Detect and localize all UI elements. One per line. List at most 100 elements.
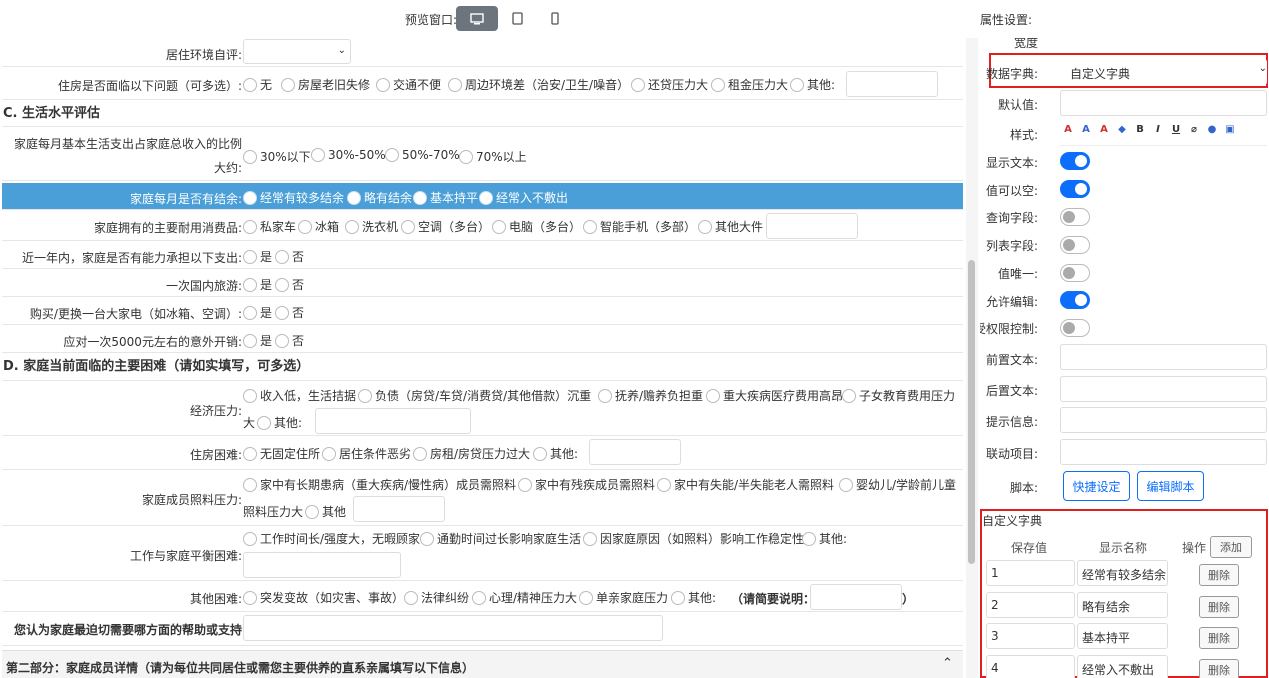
option[interactable]: 法律纠纷 [404,589,469,606]
option[interactable]: 其他大件 [698,218,763,235]
unique-toggle[interactable] [1060,264,1090,282]
dict-select[interactable]: 自定义字典 ⌄ [1060,59,1267,85]
option[interactable]: 是 [243,304,272,321]
option[interactable]: 洗衣机 [345,218,398,235]
underline-icon[interactable]: U [1168,123,1184,137]
option[interactable]: 通勤时间过长影响家庭生活 [420,530,581,547]
option[interactable]: 还贷压力大 [631,76,708,93]
dict-value-input[interactable]: 1 [986,560,1075,586]
dict-value-input[interactable]: 3 [986,623,1075,649]
eraser-icon[interactable]: ⌀ [1186,123,1202,137]
option[interactable]: 工作时间长/强度大，无暇顾家 [243,530,420,547]
font-color-icon[interactable]: A [1096,123,1112,137]
mobile-view-button[interactable] [534,6,576,31]
hint-input[interactable] [1060,407,1267,433]
option[interactable]: 经常有较多结余 [243,189,344,206]
option[interactable]: 其他: [671,589,716,606]
desktop-view-button[interactable] [456,6,498,31]
default-input[interactable] [1060,90,1267,116]
option[interactable]: 居住条件恶劣 [322,445,411,462]
option[interactable]: 否 [275,248,304,265]
option[interactable]: 负债（房贷/车贷/消费贷/其他借款）沉重 [358,387,591,404]
add-button[interactable]: 添加 [1210,536,1252,558]
option[interactable]: 收入低，生活拮据 [243,387,356,404]
form-scrollbar[interactable] [966,38,978,678]
other-input[interactable] [846,71,938,97]
other-input[interactable] [766,213,858,239]
option[interactable]: 30%-50% [311,148,386,162]
row-monthly-surplus[interactable]: 家庭每月是否有结余: 经常有较多结余 略有结余 基本持平 经常入不敷出 [2,183,963,210]
tablet-view-button[interactable] [496,6,538,31]
delete-button[interactable]: 删除 [1199,564,1239,586]
option[interactable]: 空调（多台） [401,218,490,235]
option[interactable]: 其他: [533,445,578,462]
dict-value-input[interactable]: 2 [986,592,1075,618]
delete-button[interactable]: 删除 [1199,659,1239,678]
other-input[interactable] [589,439,681,465]
living-env-select[interactable]: ⌄ [243,39,351,64]
delete-button[interactable]: 删除 [1199,627,1239,649]
option[interactable]: 房租/房贷压力过大 [413,445,530,462]
italic-icon[interactable]: I [1150,123,1166,137]
option[interactable]: 是 [243,248,272,265]
option[interactable]: 其他: [257,414,302,431]
option[interactable]: 智能手机（多部） [583,218,696,235]
option[interactable]: 单亲家庭压力 [579,589,668,606]
prefix-input[interactable] [1060,344,1267,370]
option[interactable]: 其他 [305,503,346,520]
chevron-up-icon[interactable]: ⌃ [942,656,953,671]
option[interactable]: 无固定住所 [243,445,320,462]
nullable-toggle[interactable] [1060,180,1090,198]
option[interactable]: 经常入不敷出 [479,189,568,206]
show-text-toggle[interactable] [1060,152,1090,170]
urgent-help-input[interactable] [243,615,663,641]
option[interactable]: 私家车 [243,218,296,235]
option[interactable]: 因家庭原因（如照料）影响工作稳定性 [583,530,804,547]
option[interactable]: 子女教育费用压力 [842,387,955,404]
edit-script-button[interactable]: 编辑脚本 [1137,471,1204,501]
option[interactable]: 交通不便 [376,76,441,93]
dict-name-input[interactable]: 略有结余 [1077,592,1168,618]
option[interactable]: 重大疾病医疗费用高昂 [706,387,843,404]
option[interactable]: 略有结余 [347,189,412,206]
dict-value-input[interactable]: 4 [986,655,1075,678]
query-toggle[interactable] [1060,208,1090,226]
option[interactable]: 电脑（多台） [492,218,581,235]
bold-icon[interactable]: B [1132,123,1148,137]
option[interactable]: 婴幼儿/学龄前儿童 [839,476,956,493]
option[interactable]: 周边环境差（治安/卫生/噪音） [448,76,629,93]
option[interactable]: 抚养/赡养负担重 [598,387,703,404]
option[interactable]: 否 [275,276,304,293]
edit-toggle[interactable] [1060,291,1090,309]
dict-name-input[interactable]: 经常有较多结余 [1077,560,1168,586]
option[interactable]: 基本持平 [413,189,478,206]
option[interactable]: 50%-70% [385,148,460,162]
fill-icon[interactable]: ◆ [1114,123,1130,137]
option[interactable]: 是 [243,276,272,293]
delete-button[interactable]: 删除 [1199,596,1239,618]
option[interactable]: 其他: [802,530,847,547]
other-input[interactable] [353,496,445,522]
option[interactable]: 房屋老旧失修 [281,76,370,93]
option[interactable]: 冰箱 [298,218,339,235]
other-input[interactable] [243,552,401,578]
quick-setting-button[interactable]: 快捷设定 [1063,471,1130,501]
link-input[interactable] [1060,439,1267,465]
option[interactable]: 70%以上 [459,148,527,165]
scroll-thumb[interactable] [968,260,975,564]
other-input[interactable] [315,408,471,434]
text-color-icon[interactable]: A [1060,123,1076,137]
suffix-input[interactable] [1060,376,1267,402]
other-input[interactable] [810,584,902,610]
option[interactable]: 其他: [790,76,835,93]
option[interactable]: 家中有残疾成员需照料 [518,476,655,493]
option[interactable]: 30%以下 [243,148,311,165]
dict-name-input[interactable]: 基本持平 [1077,623,1168,649]
dict-name-input[interactable]: 经常入不敷出 [1077,655,1168,678]
option[interactable]: 家中有失能/半失能老人需照料 [657,476,834,493]
option[interactable]: 租金压力大 [711,76,788,93]
info-icon[interactable]: ● [1204,123,1220,137]
option[interactable]: 否 [275,304,304,321]
panel-icon[interactable]: ▣ [1222,123,1238,137]
option[interactable]: 是 [243,332,272,349]
